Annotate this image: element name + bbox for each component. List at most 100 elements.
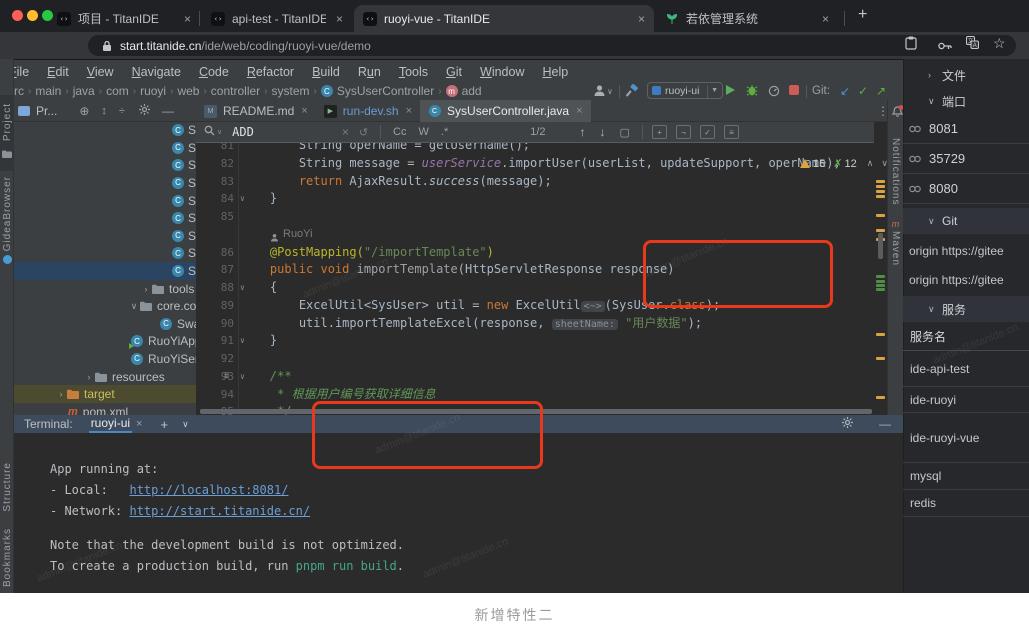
close-tab-icon[interactable]: × <box>576 105 582 117</box>
settings-gear-icon[interactable] <box>139 102 150 120</box>
address-bar[interactable]: start.titanide.cn/ide/web/coding/ruoyi-v… <box>88 35 1016 56</box>
tree-class-row[interactable]: CS <box>14 174 196 192</box>
port-row[interactable]: 8080 <box>903 174 1029 204</box>
tree-chevron-icon[interactable]: ∨ <box>128 301 140 312</box>
menu-navigate[interactable]: Navigate <box>123 65 190 79</box>
git-push-icon[interactable]: ↗ <box>876 84 886 98</box>
clipboard-icon[interactable] <box>905 36 917 55</box>
close-tab-icon[interactable]: × <box>174 12 191 26</box>
close-tab-icon[interactable]: × <box>326 12 343 26</box>
browser-tab[interactable]: 若依管理系统× <box>656 5 838 32</box>
menu-code[interactable]: Code <box>190 65 238 79</box>
tree-chevron-icon[interactable]: › <box>55 389 67 399</box>
scrollbar-thumb[interactable] <box>878 233 883 259</box>
profiler-button[interactable] <box>768 84 780 102</box>
run-configuration-select[interactable]: ruoyi-ui▼ <box>647 82 723 99</box>
close-tab-icon[interactable]: × <box>406 105 412 117</box>
find-filter-icon[interactable]: ¬ <box>676 125 691 139</box>
find-bar[interactable]: ∨ ADD × ↺ Cc W .* 1/2 ↑ ↓ ▢ +¬✓≡ <box>196 122 874 143</box>
close-tab-icon[interactable]: × <box>628 12 645 26</box>
search-history-chevron[interactable]: ∨ <box>217 128 222 136</box>
toolwindow-bookmarks[interactable]: Bookmarks <box>0 525 14 591</box>
close-tab-icon[interactable]: × <box>812 12 829 26</box>
tree-item-pom.xml[interactable]: mpom.xml <box>14 403 196 415</box>
inspection-widget[interactable]: 15 ✗ 12 ∧ ∨ <box>800 157 888 170</box>
find-query[interactable]: ADD <box>232 125 254 139</box>
words-toggle[interactable]: W <box>419 126 429 138</box>
menu-window[interactable]: Window <box>471 65 533 79</box>
find-history-icon[interactable]: ↺ <box>359 126 368 139</box>
toolwindow-notifications[interactable]: Notifications <box>890 138 901 205</box>
breadcrumb-item[interactable]: web <box>177 84 199 98</box>
fold-marker-icon[interactable]: ∨ <box>240 332 245 350</box>
section-files[interactable]: ›文件 <box>903 62 1029 88</box>
next-occurrence-icon[interactable]: ↓ <box>600 125 606 139</box>
tree-item-Swa[interactable]: CSwa <box>14 315 196 333</box>
terminal-link[interactable]: http://localhost:8081/ <box>129 483 288 497</box>
minimize-window-icon[interactable] <box>27 10 38 21</box>
tree-chevron-icon[interactable]: › <box>140 284 152 294</box>
git-update-icon[interactable]: ↙ <box>840 84 850 98</box>
expand-all-icon[interactable]: ↕ <box>101 105 107 117</box>
prev-error-icon[interactable]: ∧ <box>867 158 874 169</box>
port-number[interactable]: 8080 <box>929 181 958 196</box>
port-number[interactable]: 35729 <box>929 151 965 166</box>
breadcrumb-class[interactable]: SysUserController <box>337 84 434 98</box>
new-tab-icon[interactable]: + <box>858 6 867 24</box>
tree-item-target[interactable]: ›target <box>14 385 196 403</box>
tree-class-row[interactable]: CS <box>14 262 196 280</box>
fold-marker-icon[interactable]: ∨ <box>240 279 245 297</box>
find-clear-icon[interactable]: × <box>342 125 349 139</box>
comment-fold-icon[interactable]: ≣ <box>224 368 229 386</box>
terminal-tab[interactable]: ruoyi-ui <box>89 415 132 433</box>
hide-panel-icon[interactable]: — <box>162 104 174 118</box>
tree-item-RuoYiSer[interactable]: CRuoYiSer <box>14 350 196 368</box>
terminal-settings-gear-icon[interactable] <box>842 415 853 433</box>
collapse-all-icon[interactable]: ÷ <box>119 105 125 117</box>
regex-toggle[interactable]: .* <box>441 126 448 138</box>
section-git[interactable]: ∨Git <box>903 208 1029 234</box>
toolwindow-maven[interactable]: Maven <box>890 231 901 266</box>
service-row[interactable]: redis <box>903 490 1029 517</box>
menu-edit[interactable]: Edit <box>38 65 78 79</box>
breadcrumb-item[interactable]: java <box>73 84 95 98</box>
fold-marker-icon[interactable]: ∨ <box>240 190 245 208</box>
section-services[interactable]: ∨服务 <box>903 296 1029 322</box>
tree-item-tools[interactable]: ›tools <box>14 280 196 298</box>
service-row[interactable]: ide-ruoyi <box>903 387 1029 413</box>
terminal-link[interactable]: http://start.titanide.cn/ <box>129 504 310 518</box>
menu-run[interactable]: Run <box>349 65 390 79</box>
prev-occurrence-icon[interactable]: ↑ <box>580 125 586 139</box>
fold-marker-icon[interactable]: ∨ <box>240 368 245 386</box>
menu-build[interactable]: Build <box>303 65 349 79</box>
editor-tab[interactable]: MREADME.md× <box>196 100 316 122</box>
port-row[interactable]: 8081 <box>903 114 1029 144</box>
service-row[interactable]: mysql <box>903 463 1029 490</box>
menu-tools[interactable]: Tools <box>390 65 437 79</box>
terminal-tab-close-icon[interactable]: × <box>136 418 142 430</box>
breadcrumb-item[interactable]: main <box>35 84 61 98</box>
tree-class-row[interactable]: CS <box>14 157 196 175</box>
tree-chevron-icon[interactable]: › <box>83 372 95 382</box>
tree-item-RuoYiApp[interactable]: CRuoYiApp <box>14 333 196 351</box>
find-filter-icon[interactable]: ≡ <box>724 125 739 139</box>
tree-class-row[interactable]: CS <box>14 245 196 263</box>
editor-tab[interactable]: ▶run-dev.sh× <box>316 100 420 122</box>
breadcrumb-item[interactable]: system <box>272 84 310 98</box>
tree-class-row[interactable]: CS <box>14 139 196 157</box>
browser-tab[interactable]: ‹›api-test - TitanIDE× <box>202 5 352 32</box>
terminal-dropdown-icon[interactable]: ∨ <box>182 419 189 430</box>
service-row[interactable]: ide-api-test <box>903 351 1029 387</box>
terminal-hide-icon[interactable]: — <box>879 417 891 431</box>
debug-button[interactable] <box>746 84 758 102</box>
tree-class-row[interactable]: CS <box>14 122 196 139</box>
menu-refactor[interactable]: Refactor <box>238 65 303 79</box>
find-filter-icon[interactable]: ✓ <box>700 125 715 139</box>
more-options-icon[interactable]: ⋮ <box>877 104 889 118</box>
next-error-icon[interactable]: ∨ <box>881 158 888 169</box>
tree-item-core.co[interactable]: ∨core.co <box>14 297 196 315</box>
git-commit-icon[interactable]: ✓ <box>858 84 868 98</box>
bookmark-star-icon[interactable]: ☆ <box>993 35 1006 52</box>
toolwindow-structure[interactable]: Structure <box>0 451 14 523</box>
port-number[interactable]: 8081 <box>929 121 958 136</box>
